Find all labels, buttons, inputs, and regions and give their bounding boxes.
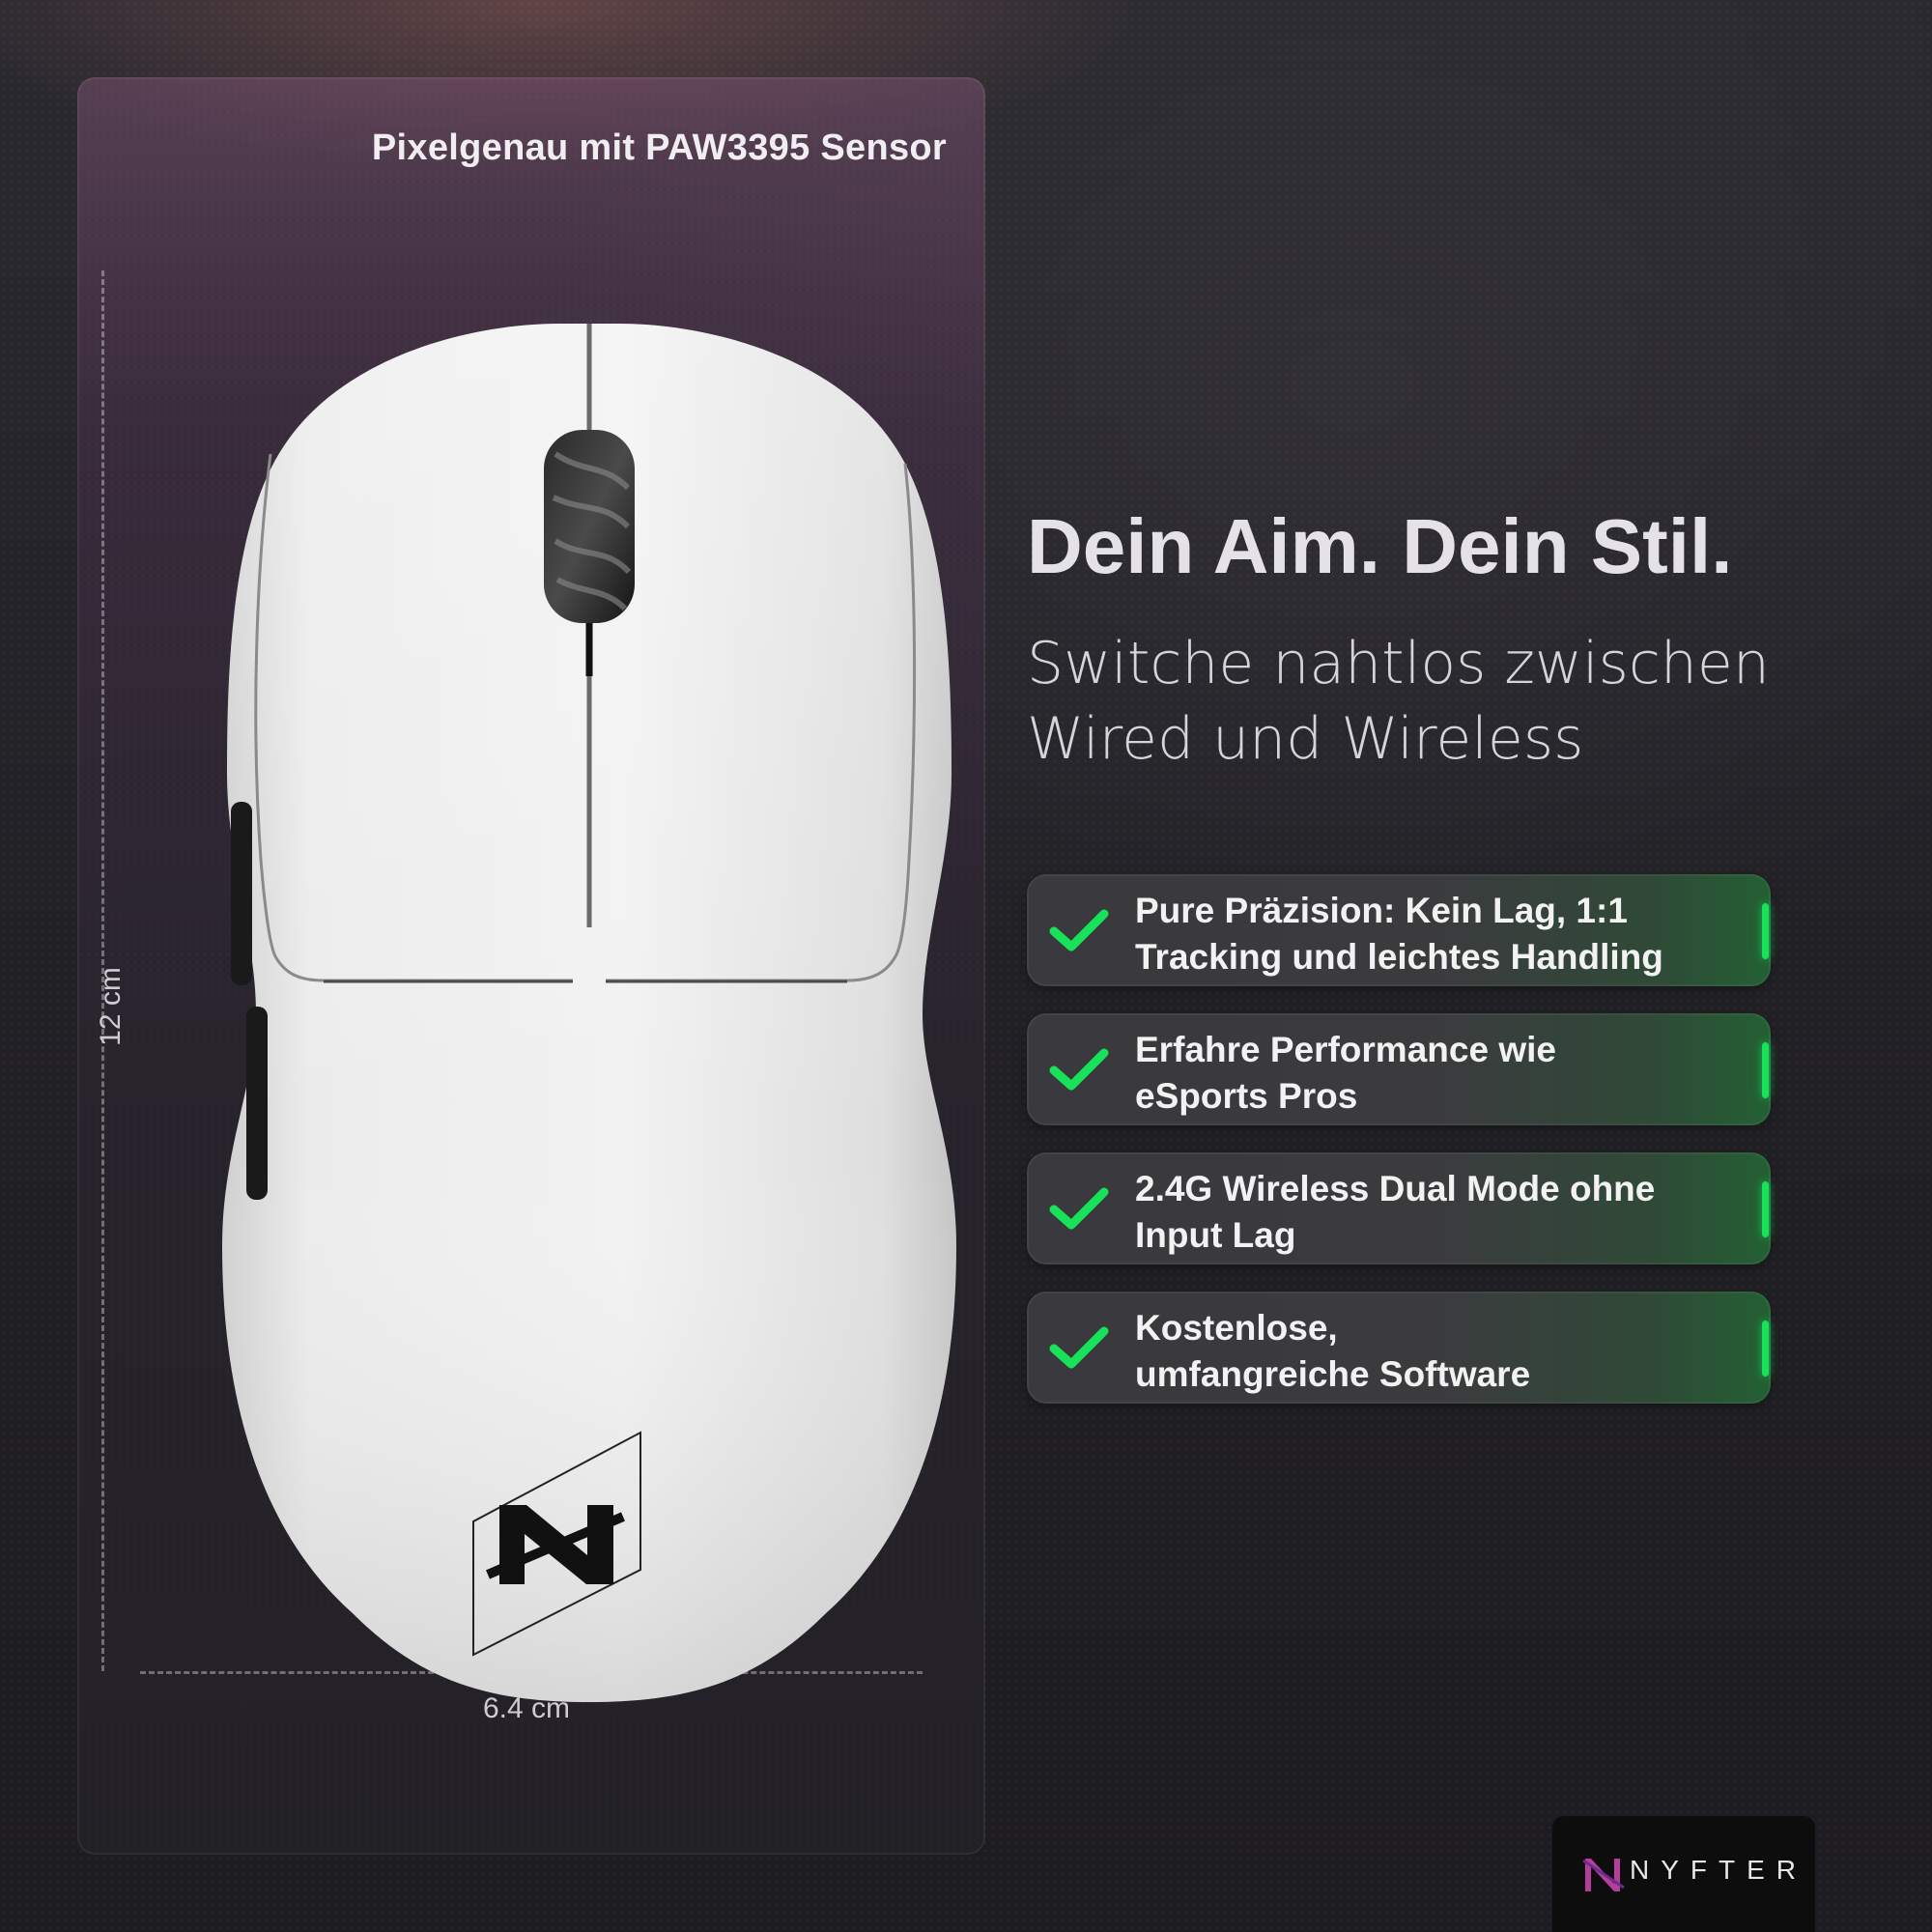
feature-text-line-1: Kostenlose, <box>1135 1308 1338 1348</box>
feature-text-line-1: Erfahre Performance wie <box>1135 1030 1556 1069</box>
headline: Dein Aim. Dein Stil. <box>1027 503 1733 589</box>
feature-text: 2.4G Wireless Dual Mode ohne Input Lag <box>1135 1166 1724 1259</box>
panel-title: Pixelgenau mit PAW3395 Sensor <box>371 128 947 168</box>
feature-text: Pure Präzision: Kein Lag, 1:1 Tracking u… <box>1135 888 1724 980</box>
check-icon <box>1049 1326 1109 1369</box>
feature-text-line-2: Input Lag <box>1135 1215 1296 1255</box>
subheadline-line-2: Wired und Wireless <box>1027 705 1584 773</box>
check-icon <box>1049 1187 1109 1230</box>
feature-text: Erfahre Performance wie eSports Pros <box>1135 1027 1724 1120</box>
check-icon <box>1049 909 1109 952</box>
mouse-image <box>222 324 956 1702</box>
feature-accent-bar <box>1762 1181 1769 1237</box>
brand-logo: NYFTER <box>1552 1816 1815 1932</box>
feature-accent-bar <box>1762 1042 1769 1098</box>
feature-accent-bar <box>1762 903 1769 959</box>
height-dimension-label: 12 cm <box>95 967 127 1046</box>
feature-item: 2.4G Wireless Dual Mode ohne Input Lag <box>1027 1152 1771 1264</box>
feature-list: Pure Präzision: Kein Lag, 1:1 Tracking u… <box>1027 874 1771 1431</box>
brand-name: NYFTER <box>1630 1855 1807 1885</box>
feature-text-line-2: eSports Pros <box>1135 1076 1358 1116</box>
feature-text-line-2: umfangreiche Software <box>1135 1354 1531 1394</box>
subheadline-line-1: Switche nahtlos zwischen <box>1027 630 1770 697</box>
feature-text-line-1: 2.4G Wireless Dual Mode ohne <box>1135 1169 1656 1208</box>
subheadline: Switche nahtlos zwischen Wired und Wirel… <box>1027 626 1877 777</box>
feature-item: Pure Präzision: Kein Lag, 1:1 Tracking u… <box>1027 874 1771 986</box>
feature-text: Kostenlose, umfangreiche Software <box>1135 1305 1724 1398</box>
feature-item: Kostenlose, umfangreiche Software <box>1027 1292 1771 1404</box>
feature-text-line-2: Tracking und leichtes Handling <box>1135 937 1663 977</box>
feature-text-line-1: Pure Präzision: Kein Lag, 1:1 <box>1135 891 1628 930</box>
check-icon <box>1049 1048 1109 1091</box>
feature-accent-bar <box>1762 1321 1769 1377</box>
nyfter-logo-icon <box>1582 1859 1625 1891</box>
feature-item: Erfahre Performance wie eSports Pros <box>1027 1013 1771 1125</box>
